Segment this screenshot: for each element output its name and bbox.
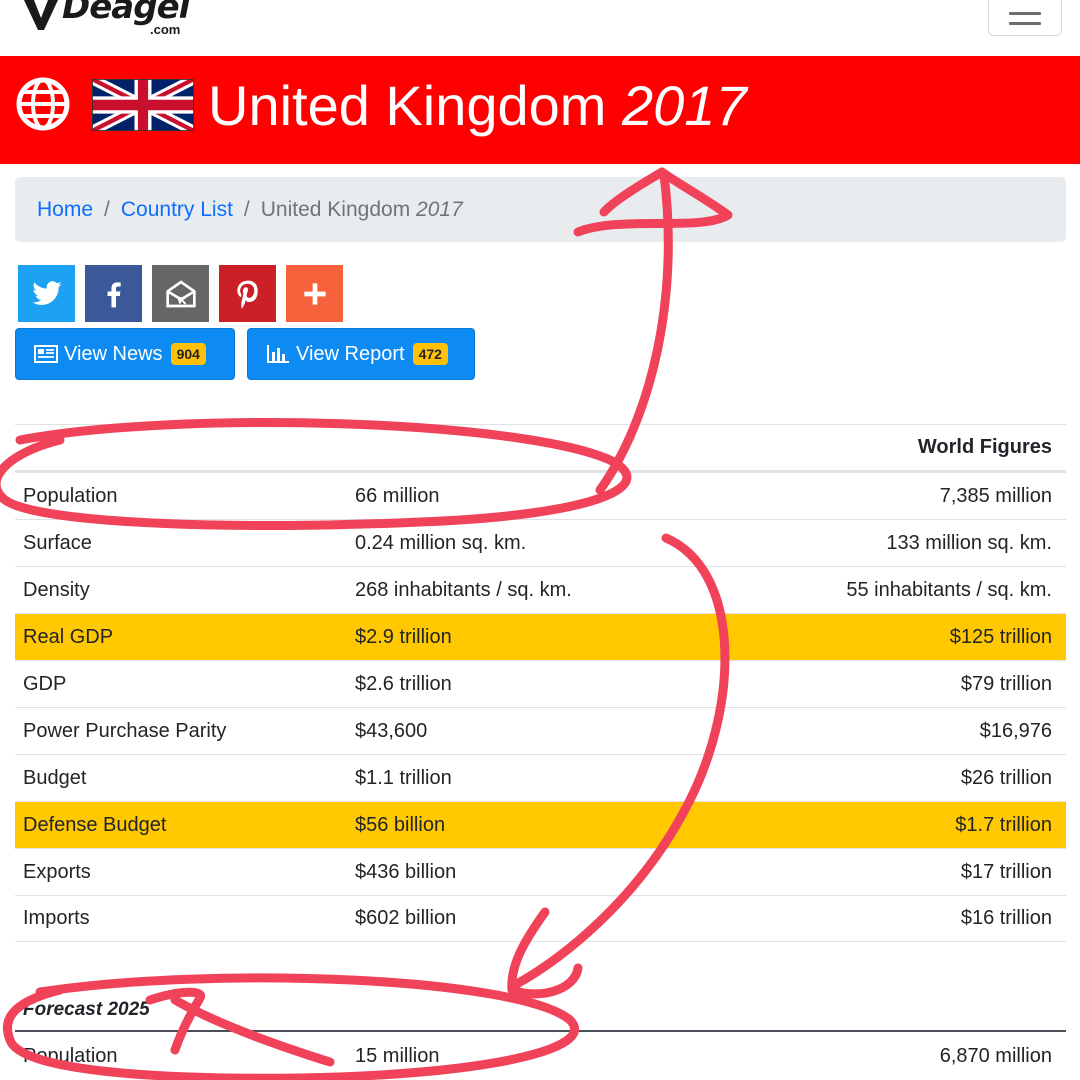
row-value: 66 million: [355, 484, 440, 507]
breadcrumb-current-year: 2017: [416, 197, 463, 221]
twitter-icon: [31, 280, 62, 305]
pinterest-icon: [236, 280, 258, 308]
header-world-figures: World Figures: [917, 436, 1052, 458]
country-figures-table: World Figures Population 66 million 7,385 …: [15, 424, 1066, 942]
table-row: GDP $2.6 trillion $79 trillion: [15, 660, 1066, 707]
page-title-year: 2017: [622, 74, 747, 137]
row-value: $56 billion: [355, 813, 446, 836]
plus-icon: [303, 282, 326, 305]
table-body: Population 66 million 7,385 million Surface…: [15, 472, 1066, 942]
share-pinterest-button[interactable]: [219, 265, 276, 322]
page-title-country: United Kingdom: [208, 74, 607, 137]
row-label: Surface: [23, 531, 92, 554]
breadcrumb-country-list-link[interactable]: Country List: [121, 198, 233, 222]
row-label: Exports: [23, 860, 91, 883]
row-value: $2.6 trillion: [355, 672, 452, 695]
row-label: Budget: [23, 766, 87, 789]
uk-flag-icon: [92, 79, 194, 131]
share-facebook-button[interactable]: [85, 265, 142, 322]
row-world-value: 133 million sq. km.: [886, 531, 1052, 554]
table-header-row: World Figures: [15, 424, 1066, 472]
bar-chart-icon: [267, 345, 289, 363]
share-email-button[interactable]: [152, 265, 209, 322]
row-label: Density: [23, 578, 90, 601]
breadcrumb-separator: /: [243, 197, 250, 221]
breadcrumb-home-link[interactable]: Home: [37, 198, 93, 222]
logo-brand-text: Deagel: [62, 0, 190, 27]
row-value: $1.1 trillion: [355, 766, 452, 789]
forecast-heading: Forecast 2025: [15, 990, 1066, 1032]
row-value: $43,600: [355, 719, 428, 742]
logo-mark-icon: [24, 0, 58, 30]
row-label: Real GDP: [23, 625, 114, 648]
action-buttons: View News 904 View Report 472: [15, 328, 475, 380]
row-world-value: $16 trillion: [960, 907, 1052, 929]
table-row: Surface 0.24 million sq. km. 133 million s…: [15, 519, 1066, 566]
row-value: 268 inhabitants / sq. km.: [355, 578, 572, 601]
logo-domain-text: .com: [150, 22, 181, 37]
forecast-row-value: 15 million: [355, 1044, 440, 1067]
row-label: Power Purchase Parity: [23, 719, 227, 742]
table-row: Exports $436 billion $17 trillion: [15, 848, 1066, 895]
view-news-button[interactable]: View News 904: [15, 328, 235, 380]
row-value: $436 billion: [355, 860, 457, 883]
row-world-value: $26 trillion: [960, 766, 1052, 789]
row-world-value: 7,385 million: [939, 484, 1052, 507]
social-share-bar: [18, 265, 343, 322]
table-row: Budget $1.1 trillion $26 trillion: [15, 754, 1066, 801]
row-world-value: 55 inhabitants / sq. km.: [846, 578, 1052, 601]
table-row: Population 66 million 7,385 million: [15, 472, 1066, 519]
report-count-badge: 472: [412, 343, 448, 365]
breadcrumb-separator: /: [104, 197, 110, 221]
row-value: $602 billion: [355, 907, 457, 929]
share-twitter-button[interactable]: [18, 265, 75, 322]
newspaper-icon: [34, 345, 58, 363]
facebook-icon: [107, 281, 121, 307]
row-value: $2.9 trillion: [355, 625, 452, 648]
row-world-value: $17 trillion: [960, 860, 1052, 883]
forecast-row-label: Population: [23, 1044, 118, 1067]
row-world-value: $16,976: [979, 719, 1052, 742]
row-label: Defense Budget: [23, 813, 167, 836]
table-row: Imports $602 billion $16 trillion: [15, 895, 1066, 942]
view-report-label: View Report: [296, 342, 405, 365]
row-label: GDP: [23, 672, 67, 695]
view-news-label: View News: [64, 342, 163, 365]
table-row: Real GDP $2.9 trillion $125 trillion: [15, 613, 1066, 660]
view-report-button[interactable]: View Report 472: [247, 328, 475, 380]
forecast-population-row: Population 15 million 6,870 million: [15, 1032, 1066, 1080]
row-label: Imports: [23, 907, 90, 929]
forecast-row-world: 6,870 million: [939, 1044, 1052, 1067]
table-row: Power Purchase Parity $43,600 $16,976: [15, 707, 1066, 754]
globe-icon: [16, 77, 70, 131]
row-label: Population: [23, 484, 118, 507]
page-title: United Kingdom 2017: [208, 74, 747, 138]
email-icon: [165, 279, 196, 307]
hamburger-line: [1009, 21, 1041, 25]
news-count-badge: 904: [170, 343, 206, 365]
share-more-button[interactable]: [286, 265, 343, 322]
row-world-value: $125 trillion: [949, 625, 1052, 648]
country-title-banner: United Kingdom 2017: [0, 56, 1080, 164]
row-value: 0.24 million sq. km.: [355, 531, 527, 554]
table-row: Density 268 inhabitants / sq. km. 55 inhab…: [15, 566, 1066, 613]
breadcrumb-current: United Kingdom 2017: [261, 198, 463, 222]
top-navbar: Deagel .com: [0, 0, 1080, 56]
row-world-value: $1.7 trillion: [955, 813, 1052, 836]
breadcrumb-current-name: United Kingdom: [260, 197, 411, 221]
menu-toggle-button[interactable]: [988, 0, 1062, 36]
table-row: Defense Budget $56 billion $1.7 trillion: [15, 801, 1066, 848]
hamburger-line: [1009, 11, 1041, 15]
breadcrumb: Home / Country List / United Kingdom 201…: [15, 177, 1066, 242]
row-world-value: $79 trillion: [960, 672, 1052, 695]
